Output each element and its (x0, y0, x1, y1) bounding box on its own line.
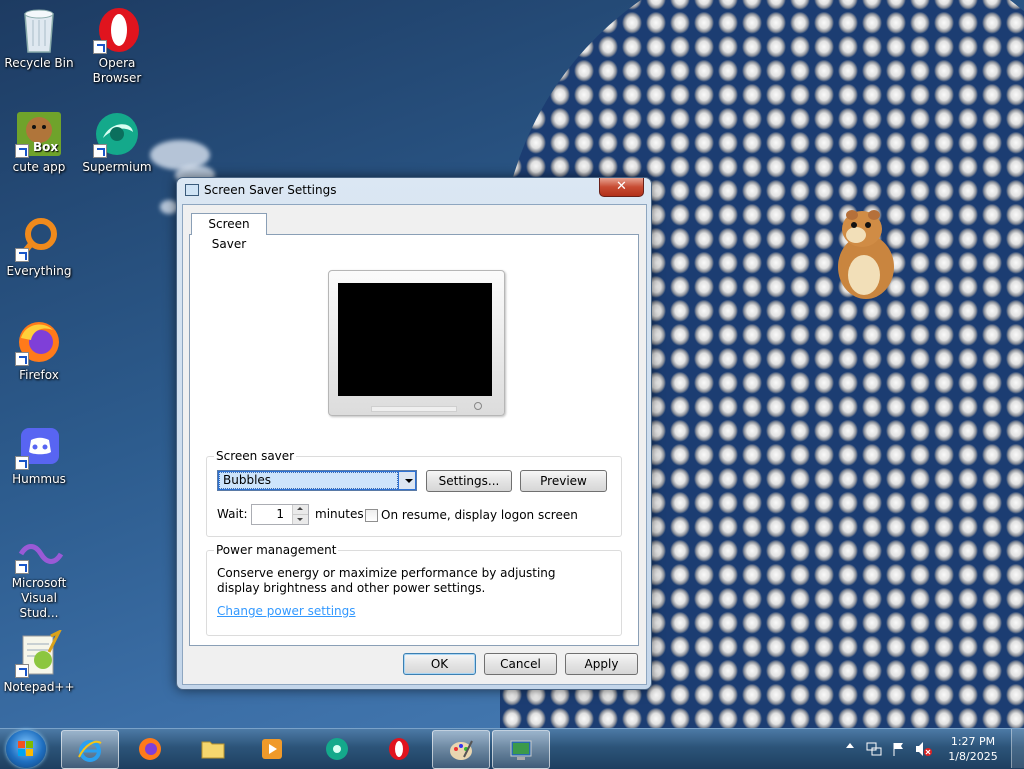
desktop-icon-supermium[interactable]: Supermium (79, 110, 155, 175)
desktop-icon-label: Hummus (12, 472, 66, 486)
opera-icon (389, 738, 409, 760)
opera-icon (93, 6, 141, 54)
start-button[interactable] (6, 730, 46, 768)
minutes-label: minutes (315, 507, 364, 521)
desktop-icon-cute-app[interactable]: Box cute app (1, 110, 77, 175)
taskbar-opera[interactable] (371, 730, 427, 767)
change-power-settings-link[interactable]: Change power settings (217, 604, 356, 618)
desktop-icon-visual-studio[interactable]: Microsoft Visual Stud... (1, 526, 77, 621)
everything-icon (15, 214, 63, 262)
wait-minutes-spinner[interactable]: 1 (251, 504, 309, 525)
shortcut-arrow-icon (15, 248, 29, 262)
screen-saver-tab-panel: Screen saver Bubbles Settings... Preview… (189, 234, 639, 646)
screen-saver-group-label: Screen saver (214, 449, 297, 463)
monitor-power-led (474, 402, 482, 410)
internet-explorer-icon (78, 740, 102, 762)
desktop-icon-label: Supermium (82, 160, 152, 174)
desktop-icon-opera-browser[interactable]: Opera Browser (79, 6, 155, 86)
windows-logo-icon (18, 741, 34, 757)
wait-label: Wait: (217, 507, 248, 521)
display-settings-icon (510, 740, 532, 760)
desktop-icon-label: Notepad++ (3, 680, 75, 694)
desktop-icon-label: Opera Browser (92, 56, 142, 85)
shortcut-arrow-icon (15, 456, 29, 470)
power-management-group-label: Power management (214, 543, 339, 557)
display-settings-icon (185, 184, 199, 196)
ok-button[interactable]: OK (403, 653, 476, 675)
preview-monitor (328, 270, 505, 416)
preview-button[interactable]: Preview (520, 470, 607, 492)
power-management-group: Power management Conserve energy or maxi… (206, 543, 622, 636)
desktop-icon-everything[interactable]: Everything (1, 214, 77, 279)
tab-screen-saver[interactable]: Screen Saver (191, 213, 267, 251)
resume-logon-checkbox[interactable] (365, 509, 378, 522)
action-center-flag-icon[interactable] (891, 741, 907, 757)
shortcut-arrow-icon (15, 560, 29, 574)
taskbar-internet-explorer[interactable] (61, 730, 119, 769)
spin-up-icon[interactable] (292, 505, 308, 515)
shortcut-arrow-icon (93, 144, 107, 158)
firefox-icon (139, 738, 161, 760)
taskbar: 1:27 PM 1/8/2025 (0, 728, 1024, 769)
dialog-body: Screen Saver Screen saver Bubbles Settin… (182, 204, 647, 685)
paint-palette-icon (450, 740, 473, 760)
shortcut-arrow-icon (93, 40, 107, 54)
recycle-bin-icon (15, 6, 63, 54)
firefox-icon (15, 318, 63, 366)
cute-app-icon: Box (15, 110, 63, 158)
wait-value: 1 (276, 507, 284, 521)
supermium-icon (93, 110, 141, 158)
shortcut-arrow-icon (15, 664, 29, 678)
settings-button[interactable]: Settings... (426, 470, 512, 492)
system-clock[interactable]: 1:27 PM 1/8/2025 (942, 734, 1004, 764)
desktop-icon-label: cute app (12, 160, 66, 174)
taskbar-media-player[interactable] (244, 730, 300, 767)
clock-time: 1:27 PM (950, 735, 996, 748)
dialog-title: Screen Saver Settings (204, 183, 337, 197)
desktop-icon-label: Firefox (19, 368, 59, 382)
taskbar-display-settings[interactable] (492, 730, 550, 769)
desktop-icon-firefox[interactable]: Firefox (1, 318, 77, 383)
media-player-icon (262, 739, 282, 759)
resume-logon-label[interactable]: On resume, display logon screen (381, 508, 578, 522)
desktop-icon-notepadpp[interactable]: Notepad++ (1, 628, 77, 695)
desktop-icon-label: Everything (6, 264, 72, 278)
desktop-icon-label: Recycle Bin (4, 56, 74, 70)
network-icon[interactable] (866, 741, 882, 757)
desktop-icon-hummus[interactable]: Hummus (1, 422, 77, 487)
preview-screen (338, 283, 492, 396)
taskbar-firefox[interactable] (122, 730, 178, 767)
power-description: Conserve energy or maximize performance … (217, 566, 556, 595)
screen-saver-dropdown[interactable]: Bubbles (217, 470, 417, 491)
close-button[interactable]: ✕ (599, 178, 644, 197)
box-badge: Box (33, 140, 59, 154)
dialog-title-bar[interactable]: Screen Saver Settings ✕ (177, 178, 651, 204)
folder-icon (201, 741, 225, 759)
cancel-button[interactable]: Cancel (484, 653, 557, 675)
screen-saver-settings-dialog: Screen Saver Settings ✕ Screen Saver Scr… (176, 177, 652, 690)
taskbar-supermium[interactable] (309, 730, 365, 767)
apply-button[interactable]: Apply (565, 653, 638, 675)
monitor-slot (371, 406, 457, 412)
desktop-icon-recycle-bin[interactable]: Recycle Bin (1, 6, 77, 71)
desktop: Recycle Bin Opera Browser Box cute app S… (0, 0, 1024, 728)
notepadpp-icon (15, 628, 63, 678)
shortcut-arrow-icon (15, 144, 29, 158)
screen-saver-group: Screen saver Bubbles Settings... Preview… (206, 449, 622, 537)
show-desktop-button[interactable] (1011, 729, 1024, 768)
shortcut-arrow-icon (15, 352, 29, 366)
hamster-pet[interactable] (828, 205, 898, 301)
show-hidden-icons-arrow[interactable] (846, 743, 854, 748)
supermium-icon (326, 738, 348, 760)
chevron-down-icon (405, 479, 413, 483)
clock-date: 1/8/2025 (948, 750, 998, 763)
screen-saver-selected: Bubbles (219, 472, 398, 489)
visual-studio-icon (15, 526, 64, 574)
volume-muted-icon[interactable] (915, 741, 933, 757)
spin-down-icon[interactable] (292, 515, 308, 524)
taskbar-file-explorer[interactable] (185, 730, 241, 767)
taskbar-paint[interactable] (432, 730, 490, 769)
discord-icon (15, 422, 63, 470)
desktop-icon-label: Microsoft Visual Stud... (11, 576, 67, 620)
